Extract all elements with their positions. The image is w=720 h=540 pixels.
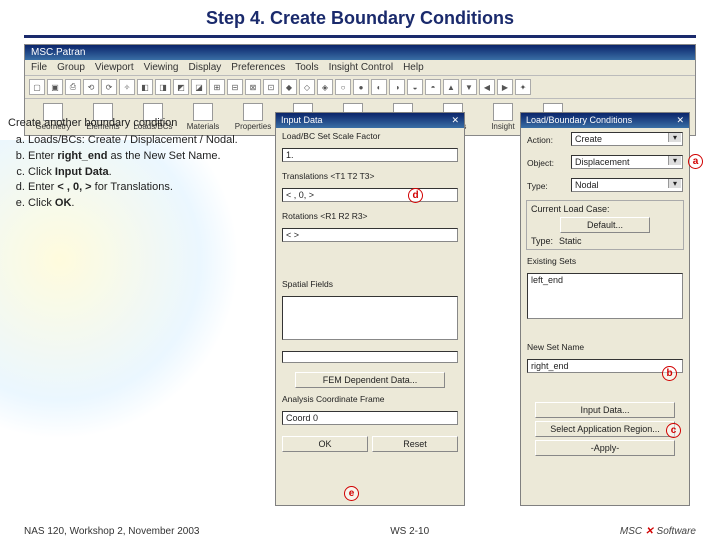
tb-icon[interactable]: ⊠ — [245, 79, 261, 95]
translations-field[interactable]: < , 0, > — [282, 188, 458, 202]
scale-factor-label: Load/BC Set Scale Factor — [276, 128, 464, 143]
default-loadcase-button[interactable]: Default... — [560, 217, 650, 233]
existing-sets-label: Existing Sets — [521, 253, 689, 268]
tb-icon[interactable]: ◩ — [173, 79, 189, 95]
current-loadcase-label: Current Load Case: — [531, 204, 679, 214]
tb-icon[interactable]: ◒ — [407, 79, 423, 95]
menu-insight[interactable]: Insight Control — [329, 62, 393, 73]
rotations-field[interactable]: < > — [282, 228, 458, 242]
lbc-title: Load/Boundary Conditions — [526, 115, 632, 126]
instruction-c: Click Input Data. — [28, 165, 258, 180]
callout-b: b — [662, 366, 677, 381]
menu-group[interactable]: Group — [57, 62, 85, 73]
app-titlebar: MSC.Patran — [25, 45, 695, 60]
tb-icon[interactable]: ⊞ — [209, 79, 225, 95]
object-dropdown[interactable]: Displacement — [571, 155, 683, 169]
menu-viewing[interactable]: Viewing — [144, 62, 179, 73]
instruction-d: Enter < , 0, > for Translations. — [28, 180, 258, 195]
footer-left: NAS 120, Workshop 2, November 2003 — [24, 526, 199, 537]
tb-icon[interactable]: ⎙ — [65, 79, 81, 95]
page-title: Step 4. Create Boundary Conditions — [24, 0, 696, 38]
coord-frame-label: Analysis Coordinate Frame — [276, 391, 464, 406]
new-set-name-label: New Set Name — [521, 339, 689, 354]
existing-sets-list[interactable]: left_end — [527, 273, 683, 319]
apply-button[interactable]: -Apply- — [535, 440, 675, 456]
callout-d: d — [408, 188, 423, 203]
footer: NAS 120, Workshop 2, November 2003 WS 2-… — [0, 526, 720, 537]
new-set-name-field[interactable]: right_end — [527, 359, 683, 373]
x-icon: ✕ — [645, 526, 653, 537]
tb-icon[interactable]: ◧ — [137, 79, 153, 95]
tb-icon[interactable]: ◓ — [425, 79, 441, 95]
coord-frame-field[interactable]: Coord 0 — [282, 411, 458, 425]
lbc-panel: Load/Boundary Conditions ✕ Action: Create… — [520, 112, 690, 506]
callout-e: e — [344, 486, 359, 501]
tb-icon[interactable]: ▢ — [29, 79, 45, 95]
tb-icon[interactable]: ⊡ — [263, 79, 279, 95]
menu-preferences[interactable]: Preferences — [231, 62, 285, 73]
tb-icon[interactable]: ◆ — [281, 79, 297, 95]
menu-file[interactable]: File — [31, 62, 47, 73]
menu-tools[interactable]: Tools — [295, 62, 318, 73]
fem-dependent-button[interactable]: FEM Dependent Data... — [295, 372, 445, 388]
footer-mid: WS 2-10 — [390, 526, 429, 537]
translations-label: Translations <T1 T2 T3> — [276, 168, 464, 183]
instruction-e: Click OK. — [28, 196, 258, 211]
instruction-lead: Create another boundary condition — [8, 116, 258, 131]
current-loadcase-group: Current Load Case: Default... Type: Stat… — [526, 200, 684, 250]
action-label: Action: — [527, 135, 567, 145]
rotations-label: Rotations <R1 R2 R3> — [276, 208, 464, 223]
callout-c: c — [666, 423, 681, 438]
reset-button[interactable]: Reset — [372, 436, 458, 452]
menu-viewport[interactable]: Viewport — [95, 62, 134, 73]
tb-icon[interactable]: ● — [353, 79, 369, 95]
spatial-fields-label: Spatial Fields — [276, 276, 464, 291]
loadcase-type-value: Static — [559, 236, 582, 246]
ok-button[interactable]: OK — [282, 436, 368, 452]
tb-icon[interactable]: ▣ — [47, 79, 63, 95]
instruction-block: Create another boundary condition Loads/… — [8, 116, 258, 212]
tb-icon[interactable]: ◑ — [389, 79, 405, 95]
input-data-panel: Input Data✕ Load/BC Set Scale Factor 1. … — [275, 112, 465, 506]
footer-logo: MSC✕Software — [620, 526, 696, 537]
tb-icon[interactable]: ▲ — [443, 79, 459, 95]
tb-icon[interactable]: ◪ — [191, 79, 207, 95]
tb-icon[interactable]: ▶ — [497, 79, 513, 95]
instruction-b: Enter right_end as the New Set Name. — [28, 149, 258, 164]
tb-icon[interactable]: ⟳ — [101, 79, 117, 95]
close-icon[interactable]: ✕ — [676, 115, 684, 126]
tb-icon[interactable]: ◈ — [317, 79, 333, 95]
instruction-a: Loads/BCs: Create / Displacement / Nodal… — [28, 133, 258, 148]
tb-icon[interactable]: ✦ — [515, 79, 531, 95]
input-data-button[interactable]: Input Data... — [535, 402, 675, 418]
tb-icon[interactable]: ▼ — [461, 79, 477, 95]
object-label: Object: — [527, 158, 567, 168]
spatial-fields-list[interactable] — [282, 296, 458, 340]
action-dropdown[interactable]: Create — [571, 132, 683, 146]
tb-icon[interactable]: ◨ — [155, 79, 171, 95]
spatial-fields-selected[interactable] — [282, 351, 458, 363]
select-region-button[interactable]: Select Application Region... — [535, 421, 675, 437]
menu-help[interactable]: Help — [403, 62, 424, 73]
tb-icon[interactable]: ○ — [335, 79, 351, 95]
toolbar-row: ▢ ▣ ⎙ ⟲ ⟳ ✧ ◧ ◨ ◩ ◪ ⊞ ⊟ ⊠ ⊡ ◆ ◇ ◈ ○ ● ◐ … — [25, 76, 695, 99]
menubar: File Group Viewport Viewing Display Pref… — [25, 60, 695, 76]
loadcase-type-label: Type: — [531, 236, 553, 246]
tb-icon[interactable]: ◀ — [479, 79, 495, 95]
scale-factor-field[interactable]: 1. — [282, 148, 458, 162]
tb-icon[interactable]: ◐ — [371, 79, 387, 95]
tb-icon[interactable]: ✧ — [119, 79, 135, 95]
input-data-title: Input Data — [281, 115, 323, 126]
tb-icon[interactable]: ⊟ — [227, 79, 243, 95]
type-dropdown[interactable]: Nodal — [571, 178, 683, 192]
type-label: Type: — [527, 181, 567, 191]
tb-icon[interactable]: ⟲ — [83, 79, 99, 95]
callout-a: a — [688, 154, 703, 169]
tb-icon[interactable]: ◇ — [299, 79, 315, 95]
close-icon[interactable]: ✕ — [451, 115, 459, 126]
menu-display[interactable]: Display — [189, 62, 222, 73]
